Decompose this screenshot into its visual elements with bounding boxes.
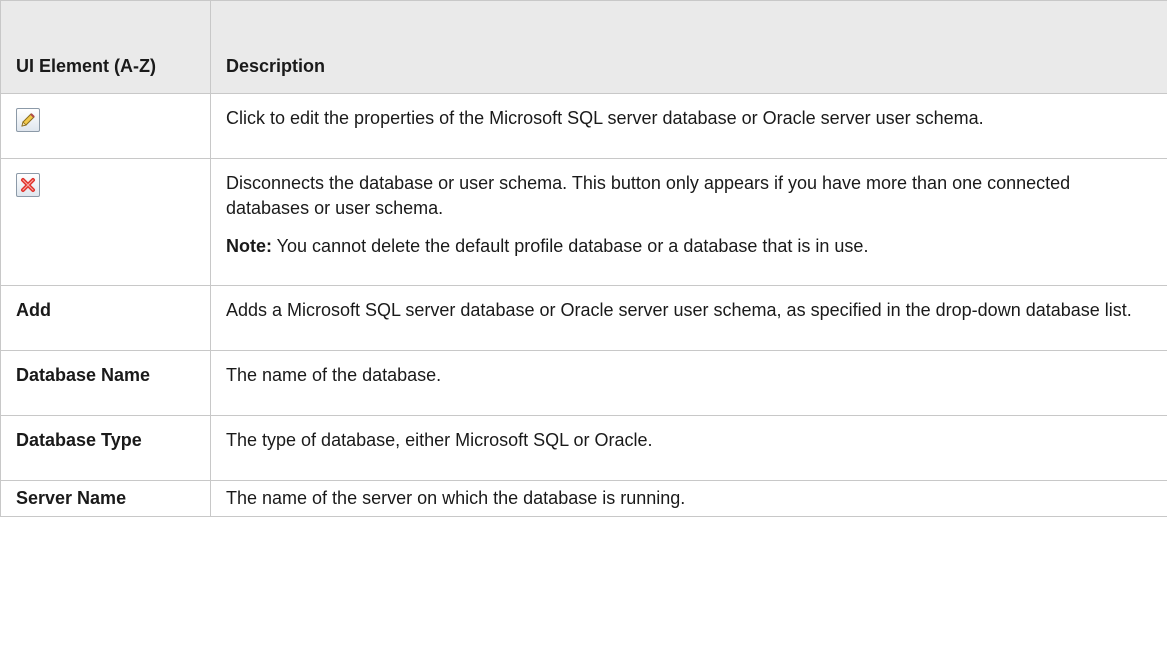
description-cell: The name of the database. bbox=[210, 350, 1167, 416]
pencil-edit-icon[interactable] bbox=[16, 108, 40, 132]
description-cell: Adds a Microsoft SQL server database or … bbox=[210, 285, 1167, 351]
table-row: Database Name The name of the database. bbox=[0, 350, 1167, 416]
element-name: Database Type bbox=[0, 415, 211, 481]
row-description: Adds a Microsoft SQL server database or … bbox=[226, 300, 1132, 320]
table-row: Server Name The name of the server on wh… bbox=[0, 480, 1167, 517]
element-cell bbox=[0, 93, 211, 159]
row-description: Disconnects the database or user schema.… bbox=[226, 173, 1071, 218]
description-cell: Click to edit the properties of the Micr… bbox=[210, 93, 1167, 159]
row-description: Click to edit the properties of the Micr… bbox=[226, 108, 984, 128]
row-description: The name of the server on which the data… bbox=[226, 488, 686, 508]
element-name: Server Name bbox=[0, 480, 211, 517]
element-cell bbox=[0, 158, 211, 286]
description-cell: Disconnects the database or user schema.… bbox=[210, 158, 1167, 286]
note-paragraph: Note: You cannot delete the default prof… bbox=[226, 234, 1153, 259]
table-row: Database Type The type of database, eith… bbox=[0, 415, 1167, 481]
note-text: You cannot delete the default profile da… bbox=[272, 236, 869, 256]
ui-elements-table: UI Element (A-Z) Description Click to ed… bbox=[0, 0, 1167, 517]
row-description: The type of database, either Microsoft S… bbox=[226, 430, 653, 450]
table-header-row: UI Element (A-Z) Description bbox=[0, 0, 1167, 94]
red-x-delete-icon[interactable] bbox=[16, 173, 40, 197]
row-description: The name of the database. bbox=[226, 365, 442, 385]
table-row: Click to edit the properties of the Micr… bbox=[0, 93, 1167, 159]
description-cell: The name of the server on which the data… bbox=[210, 480, 1167, 517]
element-name: Add bbox=[0, 285, 211, 351]
header-description: Description bbox=[210, 0, 1167, 94]
description-cell: The type of database, either Microsoft S… bbox=[210, 415, 1167, 481]
element-name: Database Name bbox=[0, 350, 211, 416]
note-label: Note: bbox=[226, 236, 272, 256]
table-row: Add Adds a Microsoft SQL server database… bbox=[0, 285, 1167, 351]
header-ui-element: UI Element (A-Z) bbox=[0, 0, 211, 94]
table-row: Disconnects the database or user schema.… bbox=[0, 158, 1167, 286]
